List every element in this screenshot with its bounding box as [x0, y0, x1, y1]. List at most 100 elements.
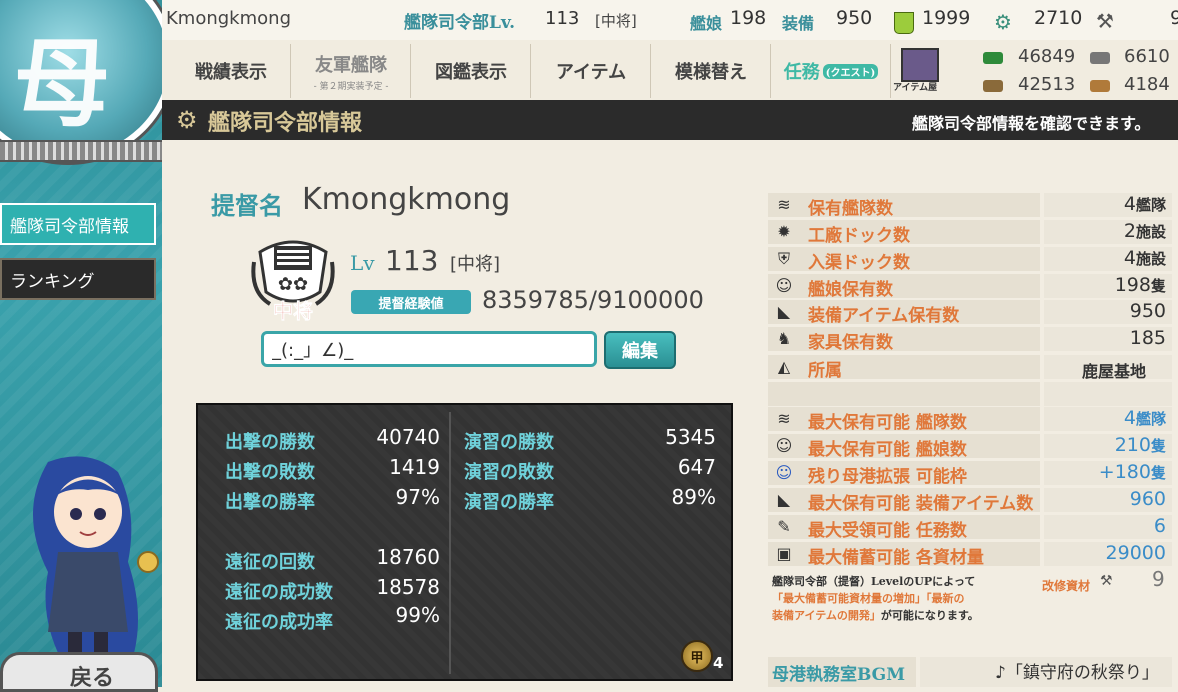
record-divider	[449, 412, 451, 674]
section-title: 艦隊司令部情報	[208, 110, 363, 136]
stat-row-max-equipment: ◣ 最大保有可能 装備アイテム数 960	[768, 488, 1172, 514]
gear-icon: ✹	[777, 222, 791, 241]
ammo-value: 6610	[1124, 46, 1170, 67]
shipgirl-blue-icon: ☺	[775, 463, 793, 482]
stat-label: 保有艦隊数	[808, 199, 893, 219]
stat-value: 29000	[1105, 542, 1166, 564]
ships-count-label: 艦娘	[690, 14, 723, 33]
svg-text:✿✿: ✿✿	[278, 274, 308, 295]
sortie-rate-value: 97%	[395, 485, 440, 509]
lv-value: 113	[385, 244, 439, 277]
nav-library-button[interactable]: 図鑑表示	[412, 44, 531, 98]
exp-value: 8359785/9100000	[482, 286, 704, 314]
hq-level-label: 艦隊司令部Lv.	[404, 13, 516, 33]
secretary-ship-girl[interactable]	[8, 452, 168, 682]
stat-value: 960	[1129, 488, 1166, 510]
nav-items-button[interactable]: アイテム	[532, 44, 651, 98]
exercise-losses-label: 演習の敗数	[464, 462, 554, 483]
sidebar-item-hq-info[interactable]: 艦隊司令部情報	[0, 203, 156, 245]
stat-unit: 艦隊	[1135, 410, 1166, 428]
stat-unit: 施設	[1135, 223, 1166, 241]
quill-icon: ✎	[777, 517, 791, 536]
sortie-losses-value: 1419	[389, 455, 440, 479]
screw-icon: ⚒	[1096, 9, 1114, 33]
nav-quest-button[interactable]: 任務 (クエスト)	[772, 44, 891, 98]
stat-value: 950	[1129, 300, 1166, 322]
stat-label: 艦娘保有数	[808, 280, 893, 300]
expedition-count-label: 遠征の回数	[225, 552, 315, 573]
equip-count-label: 装備	[782, 14, 815, 33]
nav-friend-fleet-label: 友軍艦隊	[315, 54, 387, 76]
improvement-material-label: 改修資材	[1042, 579, 1091, 593]
expedition-rate-label: 遠征の成功率	[225, 612, 333, 633]
stat-value: 4	[1123, 247, 1136, 269]
stat-row-shipgirls: ☺ 艦娘保有数 198隻	[768, 274, 1172, 300]
base-icon: ◭	[777, 357, 791, 376]
nav-quest-sub: (クエスト)	[822, 63, 879, 79]
back-label: 戻る	[70, 665, 115, 691]
nav-record-button[interactable]: 戦績表示	[172, 44, 291, 98]
shipgirl-icon: ☺	[775, 436, 793, 455]
equipment-icon: ◣	[777, 490, 791, 509]
stat-value: +180	[1098, 461, 1151, 483]
level-up-note: 艦隊司令部（提督）LevelのUPによって 「最大備蓄可能資材量の増加」「最新の…	[772, 573, 1042, 624]
stat-row-fleets: ≋ 保有艦隊数 4艦隊	[768, 193, 1172, 219]
top-edge-value: 9	[1170, 7, 1178, 29]
stat-label: 最大保有可能 艦娘数	[808, 440, 967, 460]
sortie-losses-label: 出撃の敗数	[225, 462, 315, 483]
stat-label: 工廠ドック数	[808, 226, 910, 246]
exercise-rate-label: 演習の勝率	[464, 492, 554, 513]
book-icon: ▣	[776, 544, 792, 563]
rank-label: [中将]	[450, 254, 501, 275]
stat-label: 家具保有数	[808, 333, 893, 353]
bauxite-value: 4184	[1124, 74, 1170, 95]
edit-comment-button[interactable]: 編集	[604, 331, 676, 369]
nav-items-label: アイテム	[555, 62, 627, 83]
stat-label: 装備アイテム保有数	[808, 306, 960, 326]
nav-friend-fleet-button[interactable]: 友軍艦隊 - 第２期実装予定 -	[292, 44, 411, 98]
shop-building-icon	[901, 48, 939, 82]
stat-value: 198	[1114, 274, 1151, 296]
item-shop-button[interactable]: アイテム屋	[893, 46, 949, 98]
stat-unit: 隻	[1150, 464, 1166, 482]
stat-row-max-fleets: ≋ 最大保有可能 艦隊数 4艦隊	[768, 407, 1172, 433]
stat-value: 6	[1153, 515, 1166, 537]
steel-icon	[983, 80, 1003, 92]
sidebar-item-ranking[interactable]: ランキング	[0, 258, 156, 300]
note-line-3: 装備アイテムの開発」	[772, 609, 881, 622]
medal-icon: 甲	[681, 640, 713, 672]
stat-unit: 隻	[1150, 277, 1166, 295]
stat-unit: 艦隊	[1135, 196, 1166, 214]
item-shop-label: アイテム屋	[893, 83, 938, 93]
emblem-band	[0, 140, 162, 162]
nav-quest-label: 任務	[783, 62, 820, 83]
stat-value: 210	[1114, 434, 1151, 456]
devmat-icon: ⚙	[994, 10, 1012, 34]
bucket-icon	[894, 12, 914, 34]
improvement-material-value: 9	[1152, 567, 1165, 591]
bgm-label: 母港執務室BGM	[772, 665, 906, 685]
steel-value: 42513	[1018, 74, 1076, 95]
fleet-icon: ≋	[777, 409, 791, 428]
top-username: Kmongkmong	[166, 8, 291, 29]
exercise-wins-label: 演習の勝数	[464, 432, 554, 453]
ammo-icon	[1090, 52, 1110, 64]
stat-label: 最大保有可能 艦隊数	[808, 413, 967, 433]
expedition-success-value: 18578	[376, 575, 440, 599]
stat-row-equipment: ◣ 装備アイテム保有数 950	[768, 300, 1172, 326]
stat-label: 最大備蓄可能 各資材量	[808, 548, 984, 568]
nav-friend-fleet-sub: - 第２期実装予定 -	[313, 81, 389, 92]
expedition-count-value: 18760	[376, 545, 440, 569]
stat-row-port-expansion: ☺ 残り母港拡張 可能枠 +180隻	[768, 461, 1172, 487]
rank-emblem-icon: ✿✿ 中将	[251, 240, 335, 323]
nav-library-label: 図鑑表示	[435, 62, 507, 83]
rank-emblem-text: 中将	[273, 299, 313, 323]
comment-input[interactable]	[261, 331, 597, 367]
stat-row-build-docks: ✹ 工廠ドック数 2施設	[768, 220, 1172, 246]
stat-label: 所属	[808, 361, 842, 381]
nav-record-label: 戦績表示	[195, 62, 267, 83]
nav-remodel-button[interactable]: 模様替え	[652, 44, 771, 98]
fuel-value: 46849	[1018, 46, 1076, 67]
lv-label: Lv	[350, 251, 375, 275]
fuel-icon	[983, 52, 1003, 64]
